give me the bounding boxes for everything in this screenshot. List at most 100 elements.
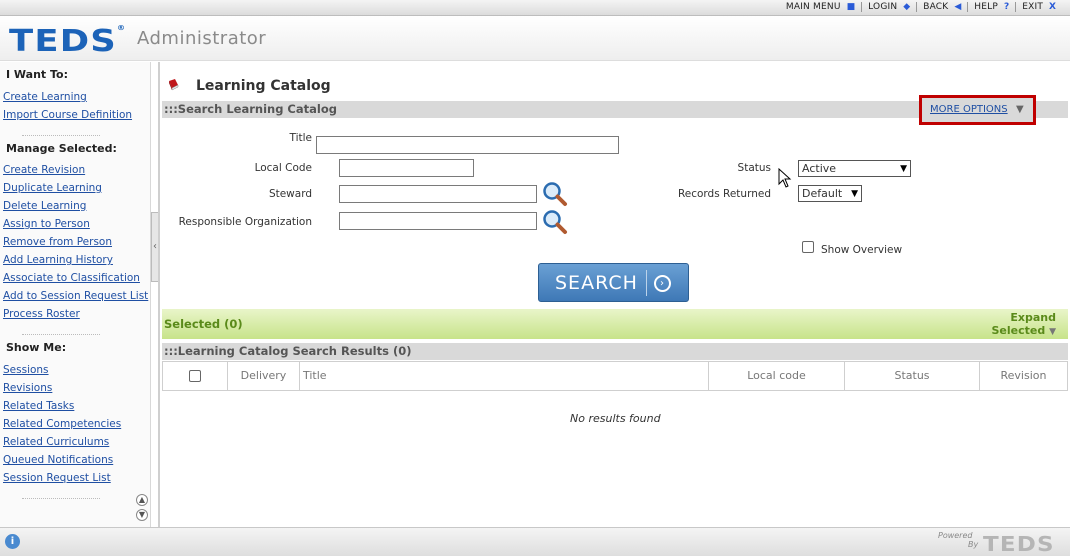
sidebar-item-import-course-definition[interactable]: Import Course Definition: [0, 106, 150, 124]
show-overview-checkbox[interactable]: [802, 241, 814, 253]
search-button-label: SEARCH: [555, 272, 638, 294]
main-menu-label: MAIN MENU: [785, 2, 841, 12]
selected-count: Selected (0): [164, 317, 243, 331]
sidebar-heading-show-me: Show Me:: [6, 341, 67, 354]
info-icon[interactable]: i: [5, 534, 20, 549]
sidebar-item-related-curriculums[interactable]: Related Curriculums: [0, 433, 150, 451]
chevron-down-icon: ▼: [851, 188, 858, 199]
title-input[interactable]: [316, 136, 619, 154]
responsible-org-label: Responsible Organization: [178, 216, 312, 228]
column-header-local-code[interactable]: Local code: [708, 362, 844, 390]
sidebar-item-related-competencies[interactable]: Related Competencies: [0, 415, 150, 433]
top-nav-bar: MAIN MENU ■ LOGIN ◆ BACK ◀ HELP ? EXIT X: [0, 0, 1070, 16]
sidebar-item-sessions[interactable]: Sessions: [0, 361, 150, 379]
search-icon[interactable]: [542, 209, 568, 235]
sidebar-item-revisions[interactable]: Revisions: [0, 379, 150, 397]
select-all-checkbox[interactable]: [189, 370, 201, 382]
search-icon[interactable]: [542, 181, 568, 207]
question-icon: ?: [1004, 2, 1010, 12]
no-results-message: No results found: [570, 412, 661, 425]
responsible-org-input[interactable]: [339, 212, 537, 230]
sidebar-item-associate-to-classification[interactable]: Associate to Classification: [0, 269, 150, 287]
sidebar-item-process-roster[interactable]: Process Roster: [0, 305, 150, 323]
expand-selected-line2: Selected: [991, 324, 1046, 337]
sidebar-item-add-to-session-request-list[interactable]: Add to Session Request List: [0, 287, 150, 305]
column-header-status[interactable]: Status: [844, 362, 979, 390]
sidebar-item-create-learning[interactable]: Create Learning: [0, 88, 150, 106]
sidebar-item-related-tasks[interactable]: Related Tasks: [0, 397, 150, 415]
app-name: Administrator: [137, 28, 267, 49]
title-label: Title: [289, 132, 312, 144]
login-link[interactable]: LOGIN ◆: [861, 2, 916, 12]
diamond-icon: ◆: [903, 2, 911, 12]
sidebar-item-duplicate-learning[interactable]: Duplicate Learning: [0, 179, 150, 197]
book-icon: [169, 79, 179, 91]
show-overview-label: Show Overview: [821, 244, 903, 256]
scroll-down-icon[interactable]: ▼: [136, 509, 148, 521]
close-icon: X: [1049, 2, 1056, 12]
selected-bar: Selected (0) Expand Selected ▼: [162, 309, 1068, 339]
sidebar-item-add-learning-history[interactable]: Add Learning History: [0, 251, 150, 269]
exit-link[interactable]: EXIT X: [1015, 2, 1062, 12]
exit-label: EXIT: [1022, 2, 1044, 12]
column-header-delivery[interactable]: Delivery: [227, 362, 299, 390]
divider: [22, 487, 100, 499]
records-returned-label: Records Returned: [677, 188, 771, 200]
chevron-down-icon: ▼: [900, 163, 907, 174]
back-link[interactable]: BACK ◀: [916, 2, 967, 12]
logo-text: TEDS: [9, 24, 117, 59]
column-header-title[interactable]: Title: [299, 362, 708, 390]
app-header: TEDS® Administrator: [0, 16, 1070, 61]
login-label: LOGIN: [868, 2, 898, 12]
sidebar: I Want To: Create Learning Import Course…: [0, 62, 151, 528]
sidebar-item-assign-to-person[interactable]: Assign to Person: [0, 215, 150, 233]
divider: [158, 62, 160, 528]
powered-line1: Powered: [938, 531, 973, 540]
expand-selected-line1: Expand: [1010, 311, 1056, 324]
main-menu-link[interactable]: MAIN MENU ■: [780, 2, 861, 12]
sidebar-heading-manage-selected: Manage Selected:: [6, 142, 117, 155]
sidebar-item-remove-from-person[interactable]: Remove from Person: [0, 233, 150, 251]
sidebar-item-delete-learning[interactable]: Delete Learning: [0, 197, 150, 215]
expand-selected-link[interactable]: Expand Selected ▼: [992, 311, 1057, 339]
teds-logo: TEDS®: [9, 24, 126, 59]
steward-input[interactable]: [339, 185, 537, 203]
square-icon: ■: [846, 2, 856, 12]
local-code-input[interactable]: [339, 159, 474, 177]
powered-line2: By: [968, 540, 979, 549]
help-label: HELP: [974, 2, 998, 12]
more-options-box: MORE OPTIONS ▼: [919, 95, 1036, 125]
results-section-header: :::Learning Catalog Search Results (0): [162, 343, 1068, 360]
sidebar-item-queued-notifications[interactable]: Queued Notifications: [0, 451, 150, 469]
divider: [22, 124, 100, 136]
results-table-header: Delivery Title Local code Status Revisio…: [162, 361, 1068, 391]
scroll-up-icon[interactable]: ▲: [136, 494, 148, 506]
search-button[interactable]: SEARCH ›: [538, 263, 689, 302]
status-select[interactable]: Active ▼: [798, 160, 911, 177]
records-returned-value: Default: [802, 187, 843, 200]
steward-label: Steward: [268, 188, 312, 200]
logo-mark: ®: [116, 24, 127, 32]
arrow-down-icon: ▼: [1016, 104, 1024, 115]
column-header-revision[interactable]: Revision: [979, 362, 1067, 390]
records-returned-select[interactable]: Default ▼: [798, 185, 862, 202]
local-code-label: Local Code: [254, 162, 312, 174]
arrow-down-icon: ▼: [1049, 327, 1056, 337]
powered-by-logo: TEDS: [983, 532, 1055, 556]
status-value: Active: [802, 162, 837, 175]
back-arrow-icon: ◀: [954, 2, 962, 12]
back-label: BACK: [923, 2, 949, 12]
powered-by-text: Powered By: [938, 531, 978, 549]
help-link[interactable]: HELP ?: [967, 2, 1015, 12]
status-label: Status: [737, 162, 771, 174]
sidebar-item-create-revision[interactable]: Create Revision: [0, 161, 150, 179]
divider: [646, 270, 647, 296]
more-options-link[interactable]: MORE OPTIONS: [930, 104, 1008, 115]
page-title: Learning Catalog: [196, 78, 331, 94]
mouse-cursor-icon: [778, 168, 792, 188]
sidebar-heading-i-want-to: I Want To:: [6, 68, 69, 81]
sidebar-item-session-request-list[interactable]: Session Request List: [0, 469, 150, 487]
footer: i Powered By TEDS: [0, 527, 1070, 556]
divider: [22, 323, 100, 335]
go-arrow-icon: ›: [654, 275, 671, 292]
